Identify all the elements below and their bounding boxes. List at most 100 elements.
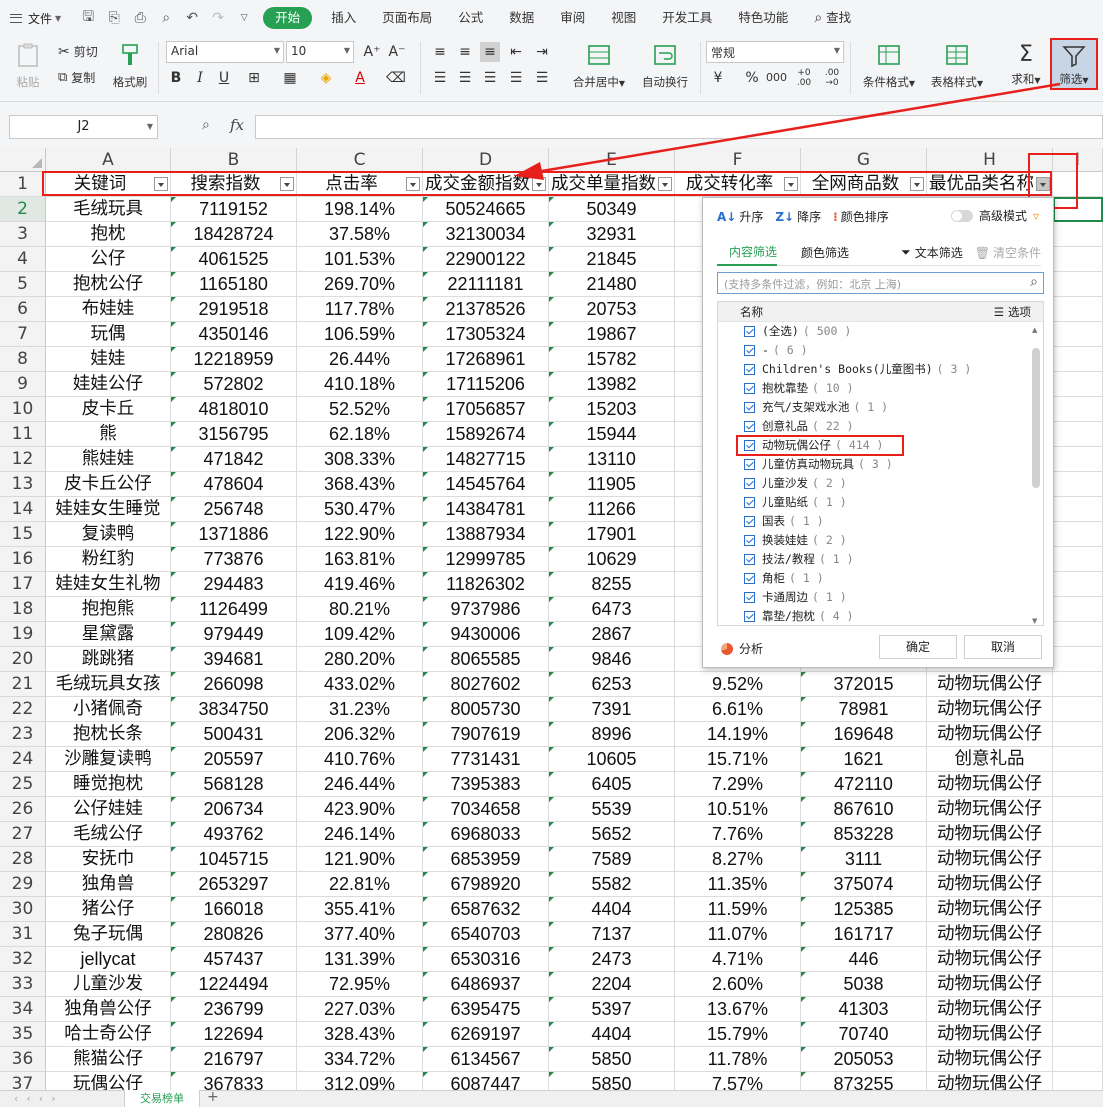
- cell-d20[interactable]: 8065585: [423, 647, 549, 672]
- cell-d5[interactable]: 22111181: [423, 272, 549, 297]
- cell-a7[interactable]: 玩偶: [46, 322, 171, 347]
- cell-f31[interactable]: 11.07%: [675, 922, 801, 947]
- cell-h22[interactable]: 动物玩偶公仔: [927, 697, 1053, 722]
- cell-d6[interactable]: 21378526: [423, 297, 549, 322]
- cell-a9[interactable]: 娃娃公仔: [46, 372, 171, 397]
- cell-g37[interactable]: 873255: [801, 1072, 927, 1090]
- cut-button[interactable]: ✂ 剪切: [58, 43, 98, 60]
- percent-icon[interactable]: %: [742, 68, 762, 88]
- cell-b7[interactable]: 4350146: [171, 322, 297, 347]
- cell-h37[interactable]: 动物玩偶公仔: [927, 1072, 1053, 1090]
- cell-h25[interactable]: 动物玩偶公仔: [927, 772, 1053, 797]
- cell-c11[interactable]: 62.18%: [297, 422, 423, 447]
- sheet-tab-active[interactable]: 交易榜单: [124, 1090, 200, 1107]
- cell-c30[interactable]: 355.41%: [297, 897, 423, 922]
- column-header-e[interactable]: E: [549, 148, 675, 172]
- tab-color-filter[interactable]: 颜色筛选: [801, 244, 849, 261]
- cell-b4[interactable]: 4061525: [171, 247, 297, 272]
- cell-h27[interactable]: 动物玩偶公仔: [927, 822, 1053, 847]
- cell-e4[interactable]: 21845: [549, 247, 675, 272]
- number-format-select[interactable]: 常规 ▼: [706, 41, 844, 63]
- filter-dropdown-icon[interactable]: [1036, 177, 1050, 191]
- cell-b24[interactable]: 205597: [171, 747, 297, 772]
- cell-d24[interactable]: 7731431: [423, 747, 549, 772]
- cell-e23[interactable]: 8996: [549, 722, 675, 747]
- row-header-32[interactable]: 32: [0, 947, 46, 972]
- cell-d7[interactable]: 17305324: [423, 322, 549, 347]
- cell-b29[interactable]: 2653297: [171, 872, 297, 897]
- currency-icon[interactable]: ¥: [708, 68, 728, 88]
- cell-a4[interactable]: 公仔: [46, 247, 171, 272]
- cell-e7[interactable]: 19867: [549, 322, 675, 347]
- cell-c9[interactable]: 410.18%: [297, 372, 423, 397]
- cell-d8[interactable]: 17268961: [423, 347, 549, 372]
- cell-g28[interactable]: 3111: [801, 847, 927, 872]
- cell[interactable]: [1053, 922, 1103, 947]
- cell-g25[interactable]: 472110: [801, 772, 927, 797]
- cell-b6[interactable]: 2919518: [171, 297, 297, 322]
- checkbox-checked-icon[interactable]: [744, 478, 755, 489]
- cell-a32[interactable]: jellycat: [46, 947, 171, 972]
- cell-b22[interactable]: 3834750: [171, 697, 297, 722]
- export-icon[interactable]: ⎘: [105, 10, 123, 26]
- column-header-d[interactable]: D: [423, 148, 549, 172]
- sheet-nav-arrows[interactable]: ‹‹‹›: [14, 1092, 64, 1105]
- cell-e15[interactable]: 17901: [549, 522, 675, 547]
- cell-e20[interactable]: 9846: [549, 647, 675, 672]
- cell-g33[interactable]: 5038: [801, 972, 927, 997]
- filter-list-item[interactable]: (全选)( 500 ): [718, 322, 1043, 341]
- select-all-corner[interactable]: [0, 148, 46, 172]
- cell-a34[interactable]: 独角兽公仔: [46, 997, 171, 1022]
- row-header-17[interactable]: 17: [0, 572, 46, 597]
- column-header-g[interactable]: G: [801, 148, 927, 172]
- row-header-30[interactable]: 30: [0, 897, 46, 922]
- row-header-3[interactable]: 3: [0, 222, 46, 247]
- cell-b20[interactable]: 394681: [171, 647, 297, 672]
- increase-font-icon[interactable]: A⁺: [362, 42, 382, 62]
- row-header-25[interactable]: 25: [0, 772, 46, 797]
- ok-button[interactable]: 确定: [879, 635, 957, 659]
- cell-e2[interactable]: 50349: [549, 197, 675, 222]
- column-header-b[interactable]: B: [171, 148, 297, 172]
- cell-g30[interactable]: 125385: [801, 897, 927, 922]
- cell-b2[interactable]: 7119152: [171, 197, 297, 222]
- list-scrollbar[interactable]: ▲ ▼: [1031, 324, 1041, 625]
- row-header-16[interactable]: 16: [0, 547, 46, 572]
- cell-e5[interactable]: 21480: [549, 272, 675, 297]
- conditional-format-button[interactable]: 条件格式▼: [858, 42, 920, 90]
- row-header-26[interactable]: 26: [0, 797, 46, 822]
- cell-g29[interactable]: 375074: [801, 872, 927, 897]
- checkbox-checked-icon[interactable]: [744, 592, 755, 603]
- cell-e28[interactable]: 7589: [549, 847, 675, 872]
- row-header-7[interactable]: 7: [0, 322, 46, 347]
- cell-h35[interactable]: 动物玩偶公仔: [927, 1022, 1053, 1047]
- cell[interactable]: [1053, 722, 1103, 747]
- row-header-9[interactable]: 9: [0, 372, 46, 397]
- filter-list-item[interactable]: 儿童沙发 ( 2 ): [718, 474, 1043, 493]
- cell-g22[interactable]: 78981: [801, 697, 927, 722]
- row-header-10[interactable]: 10: [0, 397, 46, 422]
- row-header-18[interactable]: 18: [0, 597, 46, 622]
- distributed-icon[interactable]: ☰: [532, 68, 552, 88]
- cell-d29[interactable]: 6798920: [423, 872, 549, 897]
- row-header-27[interactable]: 27: [0, 822, 46, 847]
- cell-b28[interactable]: 1045715: [171, 847, 297, 872]
- cell-d32[interactable]: 6530316: [423, 947, 549, 972]
- cell[interactable]: [1053, 272, 1103, 297]
- undo-icon[interactable]: ↶: [183, 10, 201, 26]
- checkbox-checked-icon[interactable]: [744, 421, 755, 432]
- cell-d14[interactable]: 14384781: [423, 497, 549, 522]
- cell-e37[interactable]: 5850: [549, 1072, 675, 1090]
- cell-a19[interactable]: 星黛露: [46, 622, 171, 647]
- cell-f30[interactable]: 11.59%: [675, 897, 801, 922]
- cell[interactable]: [1053, 472, 1103, 497]
- cell-b33[interactable]: 1224494: [171, 972, 297, 997]
- cell-a12[interactable]: 熊娃娃: [46, 447, 171, 472]
- row-header-35[interactable]: 35: [0, 1022, 46, 1047]
- zoom-search-icon[interactable]: ⌕: [202, 117, 210, 133]
- cell-b31[interactable]: 280826: [171, 922, 297, 947]
- formula-input[interactable]: [255, 115, 1103, 139]
- cell-b11[interactable]: 3156795: [171, 422, 297, 447]
- checkbox-checked-icon[interactable]: [744, 402, 755, 413]
- cell-f28[interactable]: 8.27%: [675, 847, 801, 872]
